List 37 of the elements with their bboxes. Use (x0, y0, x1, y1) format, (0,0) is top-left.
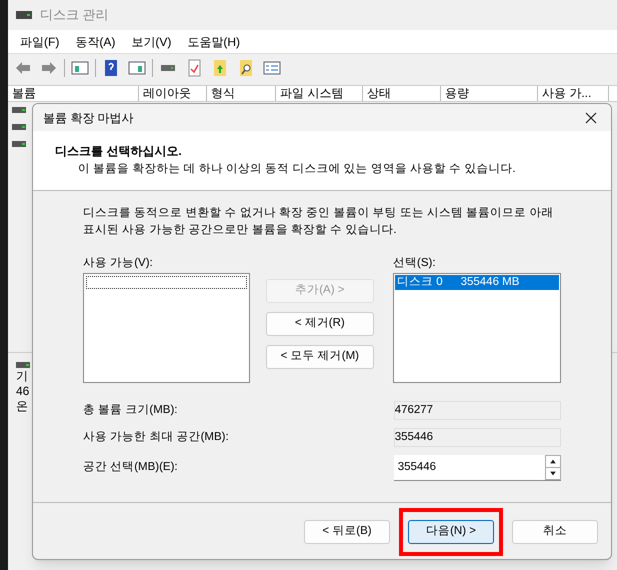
column-header[interactable]: 볼륨 (8, 86, 139, 101)
column-header[interactable]: 파일 시스템 (276, 86, 363, 101)
available-list[interactable] (83, 273, 250, 383)
dialog-title: 볼륨 확장 마법사 (43, 110, 134, 126)
close-icon (585, 112, 597, 124)
readonly-field: 355446 (394, 428, 561, 447)
disk-info-text: 46 (16, 384, 30, 399)
info-paragraph: 디스크를 동적으로 변환할 수 없거나 확장 중인 볼륨이 부팅 또는 시스템 볼륨이므로 아래 표시된 사용 가능한 공간으로만 볼륨을 확장할 수 있습니다. (83, 206, 554, 238)
field-label: 총 볼륨 크기(MB): (83, 402, 178, 418)
menu-item[interactable]: 동작(A) (75, 32, 116, 50)
size-spinner[interactable]: 355446 (394, 455, 561, 481)
disk-info-text: 기 (16, 369, 28, 384)
selected-label: 선택(S): (393, 256, 437, 271)
selected-list[interactable]: 디스크 0 355446 MB (393, 273, 561, 383)
field-label: 공간 선택(MB)(E): (83, 460, 179, 476)
available-label: 사용 가능(V): (83, 256, 154, 271)
header-subtitle: 이 볼륨을 확장하는 데 하나 이상의 동적 디스크에 있는 영역을 사용할 수 있습니다. (77, 162, 517, 177)
move-button[interactable]: < 제거(R) (266, 312, 374, 336)
dialog-button[interactable]: 취소 (512, 520, 598, 544)
window-title: 디스크 관리 (40, 6, 109, 24)
disk-management-icon (16, 9, 32, 21)
move-button[interactable]: < 모두 제거(M) (266, 345, 374, 369)
column-header[interactable]: 용량 (441, 86, 538, 101)
list-item[interactable]: 디스크 0 355446 MB (395, 275, 559, 290)
disk-info-text: 온 (16, 399, 28, 414)
column-header[interactable]: 형식 (207, 86, 276, 101)
field-label: 사용 가능한 최대 공간(MB): (83, 430, 230, 445)
menu-item[interactable]: 도움말(H) (187, 32, 240, 50)
column-header[interactable]: 레이아웃 (139, 86, 207, 101)
column-header[interactable]: 상태 (363, 86, 441, 101)
menu-item[interactable]: 파일(F) (20, 32, 60, 50)
menu-item[interactable]: 보기(V) (131, 32, 172, 50)
column-header[interactable]: 사용 가... (538, 86, 609, 101)
readonly-field: 476277 (394, 401, 561, 420)
dialog-button[interactable]: 다음(N) > (408, 520, 494, 544)
header-title: 디스크를 선택하십시오. (55, 143, 183, 160)
dialog-button[interactable]: < 뒤로(B) (304, 520, 390, 544)
